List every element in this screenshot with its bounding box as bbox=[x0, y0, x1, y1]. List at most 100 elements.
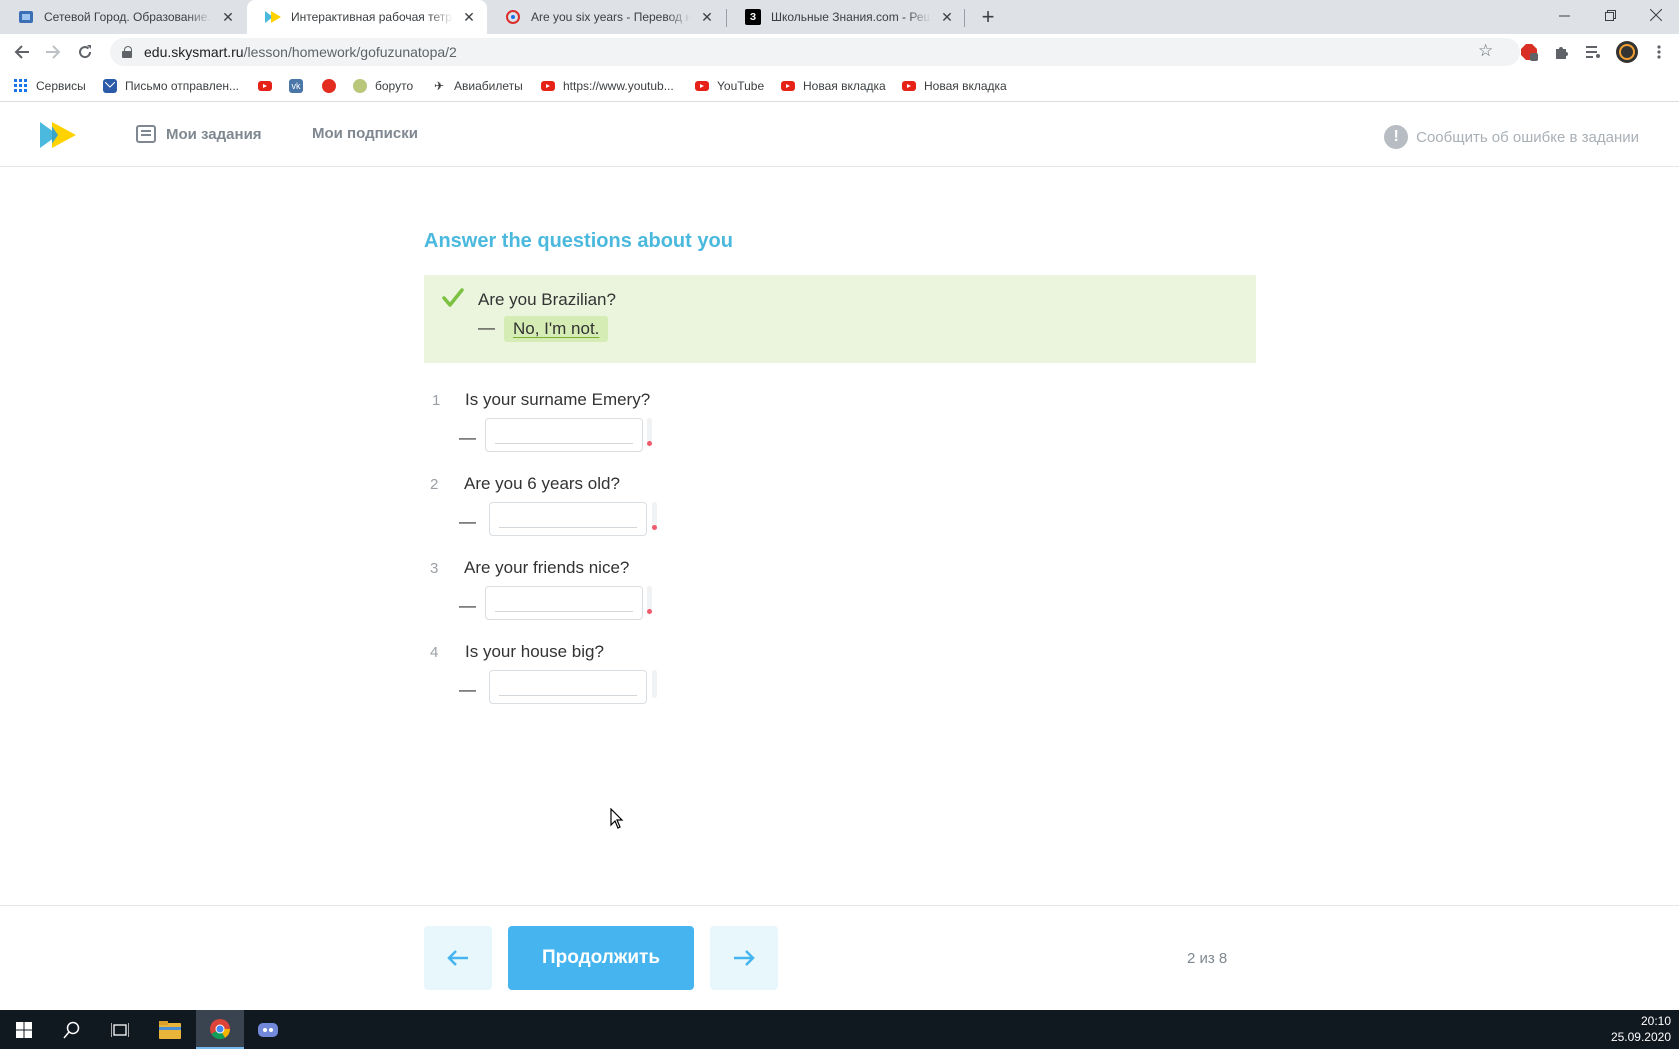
bookmark-label: https://www.youtub... bbox=[563, 79, 674, 93]
url-text: edu.skysmart.ru/lesson/homework/gofuzuna… bbox=[144, 44, 457, 60]
profile-avatar[interactable] bbox=[1616, 41, 1638, 63]
youtube-icon bbox=[258, 81, 272, 91]
back-button[interactable] bbox=[10, 40, 34, 64]
new-tab-button[interactable]: + bbox=[976, 4, 1000, 29]
system-clock[interactable]: 20:10 25.09.2020 bbox=[1611, 1013, 1671, 1045]
bookmark-youtube-1[interactable] bbox=[258, 77, 280, 95]
question-number: 4 bbox=[430, 644, 439, 661]
translate-favicon-icon bbox=[505, 9, 521, 25]
browser-tab-strip: Сетевой Город. Образование. Д ✕ Интеракт… bbox=[0, 0, 1679, 34]
media-control-icon[interactable] bbox=[1584, 43, 1602, 61]
nav-my-tasks[interactable]: Мои задания bbox=[136, 125, 262, 143]
bookmark-new-tab-1[interactable]: Новая вкладка bbox=[781, 77, 886, 95]
example-dash: — bbox=[478, 318, 495, 337]
search-button[interactable] bbox=[48, 1010, 96, 1049]
report-error-label: Сообщить об ошибке в задании bbox=[1416, 128, 1639, 146]
bookmark-label: Авиабилеты bbox=[454, 79, 523, 93]
minimize-button[interactable] bbox=[1541, 0, 1587, 30]
example-block: Are you Brazilian? — No, I'm not. bbox=[424, 275, 1256, 363]
answer-input-3[interactable] bbox=[485, 586, 643, 620]
example-question: Are you Brazilian? bbox=[478, 290, 616, 309]
bookmark-label: боруто bbox=[375, 79, 414, 93]
discord-taskbar-button[interactable] bbox=[244, 1010, 292, 1049]
bookmark-new-tab-2[interactable]: Новая вкладка bbox=[902, 77, 1007, 95]
forward-button[interactable] bbox=[41, 40, 65, 64]
continue-button[interactable]: Продолжить bbox=[508, 926, 694, 990]
report-error-link[interactable]: ! Сообщить об ошибке в задании bbox=[1384, 125, 1639, 149]
browser-tab-znanija[interactable]: З Школьные Знания.com - Решае ✕ bbox=[727, 0, 965, 34]
znanija-favicon-icon: З bbox=[745, 9, 761, 25]
bookmark-youtube-link[interactable]: https://www.youtub... bbox=[541, 77, 674, 95]
bookmark-label: Письмо отправлен... bbox=[125, 79, 239, 93]
arrow-right-icon bbox=[734, 950, 755, 966]
folder-icon bbox=[159, 1020, 181, 1039]
answer-status-indicator bbox=[652, 502, 657, 530]
skysmart-logo[interactable] bbox=[40, 122, 76, 148]
answer-input-2[interactable] bbox=[489, 502, 647, 536]
chrome-menu-icon[interactable] bbox=[1650, 43, 1668, 61]
answer-underline bbox=[495, 443, 633, 444]
bookmark-vk[interactable]: vk bbox=[289, 77, 311, 95]
nav-my-subscriptions-label: Мои подписки bbox=[312, 125, 418, 142]
browser-tab-netcity[interactable]: Сетевой Город. Образование. Д ✕ bbox=[0, 0, 246, 34]
prev-button[interactable] bbox=[424, 926, 492, 990]
question-number: 1 bbox=[432, 392, 441, 409]
extensions-puzzle-icon[interactable] bbox=[1552, 43, 1570, 61]
nav-my-tasks-label: Мои задания bbox=[166, 125, 262, 143]
bookmark-label: Новая вкладка bbox=[803, 79, 886, 93]
bookmark-mail[interactable]: Письмо отправлен... bbox=[103, 77, 239, 95]
close-icon[interactable]: ✕ bbox=[939, 9, 955, 25]
close-icon[interactable]: ✕ bbox=[220, 9, 236, 25]
task-view-icon bbox=[111, 1022, 129, 1037]
nav-my-subscriptions[interactable]: Мои подписки bbox=[312, 125, 418, 142]
bookmark-star-icon[interactable]: ☆ bbox=[1478, 41, 1493, 61]
arrow-left-icon bbox=[447, 950, 468, 966]
question-number: 3 bbox=[430, 560, 439, 577]
url-domain: edu.skysmart.ru bbox=[144, 44, 244, 60]
bookmark-services[interactable]: Сервисы bbox=[14, 77, 86, 95]
url-path: /lesson/homework/gofuzunatopa/2 bbox=[243, 44, 457, 60]
answer-underline bbox=[499, 527, 637, 528]
answer-dash: — bbox=[459, 512, 476, 531]
arrow-left-icon bbox=[14, 45, 29, 59]
answer-status-indicator bbox=[652, 670, 657, 698]
next-button[interactable] bbox=[710, 926, 778, 990]
chrome-icon bbox=[210, 1018, 231, 1039]
browser-toolbar: edu.skysmart.ru/lesson/homework/gofuzuna… bbox=[0, 34, 1679, 70]
question-text: Are your friends nice? bbox=[464, 558, 630, 577]
tab-title: Сетевой Город. Образование. Д bbox=[44, 10, 212, 24]
browser-tab-skysmart[interactable]: Интерактивная рабочая тетрадь ✕ bbox=[247, 0, 487, 34]
bookmark-red[interactable] bbox=[322, 77, 344, 95]
arrow-right-icon bbox=[46, 45, 61, 59]
tab-title: Интерактивная рабочая тетрадь bbox=[291, 10, 453, 24]
chrome-taskbar-button[interactable] bbox=[196, 1010, 244, 1049]
restore-button[interactable] bbox=[1587, 0, 1633, 30]
tasks-icon bbox=[136, 125, 156, 143]
answer-input-4[interactable] bbox=[489, 670, 647, 704]
bookmark-boruto[interactable]: боруто bbox=[353, 77, 413, 95]
page-counter: 2 из 8 bbox=[1187, 950, 1228, 967]
reload-button[interactable] bbox=[73, 40, 97, 64]
netcity-favicon-icon bbox=[18, 9, 34, 25]
reload-icon bbox=[79, 45, 92, 59]
question-text: Is your surname Emery? bbox=[465, 390, 651, 409]
answer-dash: — bbox=[459, 596, 476, 615]
adblock-extension-icon[interactable] bbox=[1520, 43, 1538, 61]
task-view-button[interactable] bbox=[96, 1010, 144, 1049]
skysmart-favicon-icon bbox=[265, 9, 281, 25]
browser-tab-translate[interactable]: Are you six years - Перевод на р ✕ bbox=[487, 0, 725, 34]
bookmark-youtube[interactable]: YouTube bbox=[695, 77, 764, 95]
start-button[interactable] bbox=[0, 1010, 48, 1049]
file-explorer-button[interactable] bbox=[146, 1010, 194, 1049]
exclamation-icon: ! bbox=[1384, 125, 1409, 149]
apps-icon bbox=[14, 79, 28, 93]
answer-input-1[interactable] bbox=[485, 418, 643, 452]
address-bar[interactable]: edu.skysmart.ru/lesson/homework/gofuzuna… bbox=[110, 38, 1520, 66]
close-icon[interactable]: ✕ bbox=[461, 9, 477, 25]
exercise-title: Answer the questions about you bbox=[424, 230, 733, 252]
bookmark-aviabilety[interactable]: ✈ Авиабилеты bbox=[432, 77, 523, 95]
question-text: Are you 6 years old? bbox=[464, 474, 620, 493]
close-window-button[interactable] bbox=[1633, 0, 1679, 30]
close-icon[interactable]: ✕ bbox=[699, 9, 715, 25]
windows-logo-icon bbox=[16, 1021, 32, 1038]
